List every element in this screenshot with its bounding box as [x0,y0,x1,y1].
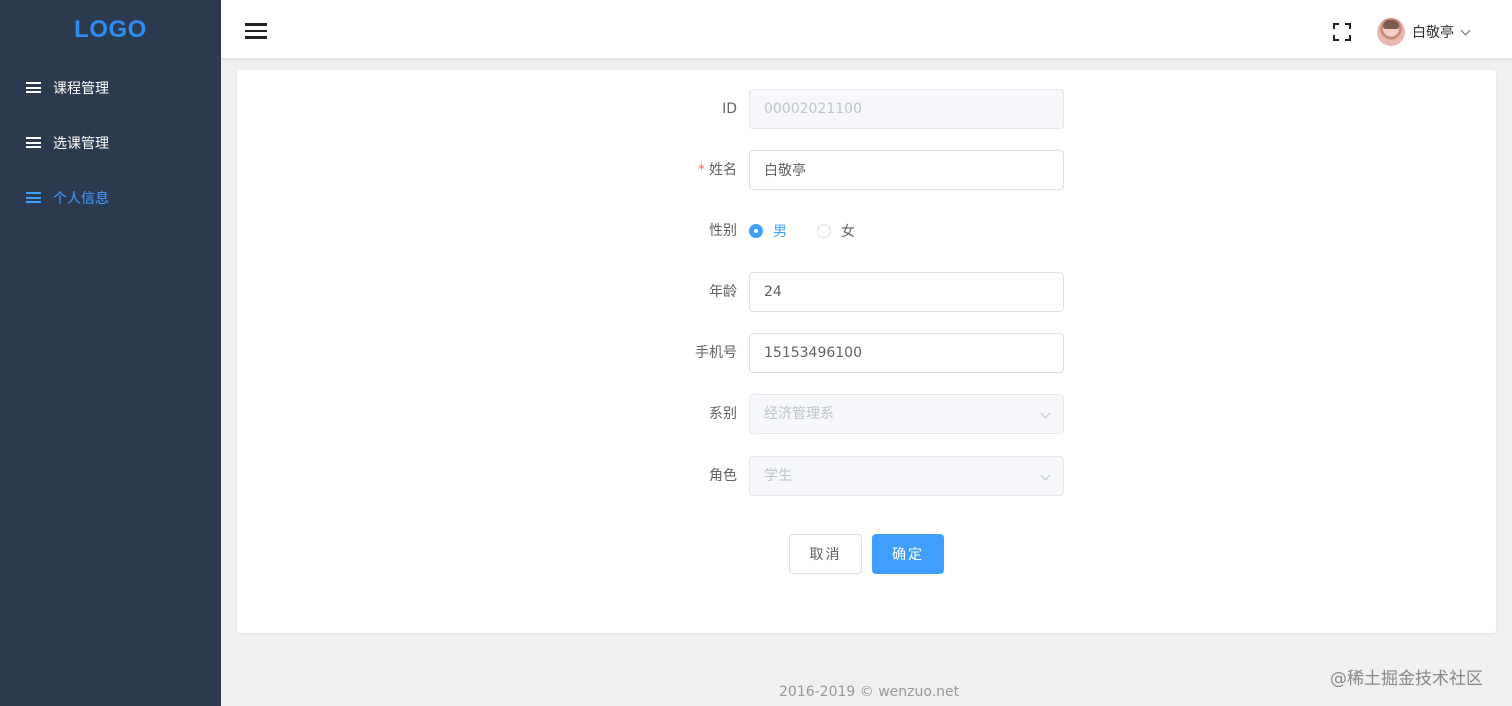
form-row-name: * 姓名 [237,150,1496,190]
age-label: 年龄 [709,284,737,300]
sidebar: LOGO 课程管理 选课管理 个人信息 [0,0,221,706]
radio-unchecked-icon [817,224,831,238]
phone-field[interactable] [749,333,1064,373]
department-select[interactable]: 经济管理系 [749,394,1064,434]
user-dropdown[interactable]: 白敬亭 [1377,18,1471,46]
logo: LOGO [74,16,147,43]
profile-form-card: ID *姓名 性别 男 女 年龄 手机 [237,70,1496,633]
form-row-phone: 手机号 [237,333,1496,373]
sidebar-item-label: 选课管理 [53,135,109,152]
sidebar-item-courses[interactable]: 课程管理 [0,60,221,115]
avatar [1377,18,1405,46]
form-row-role: 角色 学生 [237,456,1496,496]
cancel-button[interactable]: 取消 [789,534,862,574]
menu-lines-icon [26,192,41,203]
app-layout: LOGO 课程管理 选课管理 个人信息 白敬亭 ID 00002021100 *… [0,0,1512,706]
sidebar-item-label: 个人信息 [53,190,109,207]
department-value: 经济管理系 [764,406,834,422]
gender-radio-male[interactable]: 男 [749,221,787,241]
required-mark: * [698,162,705,178]
form-row-department: 系别 经济管理系 [237,394,1496,434]
user-name: 白敬亭 [1412,25,1454,41]
gender-label: 性别 [709,223,737,239]
role-label: 角色 [709,468,737,484]
id-label: ID [722,101,737,117]
sidebar-item-label: 课程管理 [53,80,109,97]
name-field[interactable] [749,150,1064,190]
chevron-down-icon [1040,470,1051,481]
gender-radio-female[interactable]: 女 [817,221,855,241]
phone-label: 手机号 [695,345,737,361]
form-row-id: ID [237,89,1496,129]
chevron-down-icon [1460,25,1471,35]
menu-lines-icon [26,82,41,93]
chevron-down-icon [1040,408,1051,419]
menu-lines-icon [26,137,41,148]
form-row-age: 年龄 [237,272,1496,312]
role-select[interactable]: 学生 [749,456,1064,496]
sidebar-item-profile[interactable]: 个人信息 [0,170,221,225]
form-row-gender: 性别 男 女 [237,211,1496,251]
gender-radio-group: 男 女 [749,211,885,251]
collapse-menu-icon[interactable] [245,23,267,39]
age-field[interactable] [749,272,1064,312]
footer-copyright: 2016-2019 © wenzuo.net [779,684,960,700]
confirm-button[interactable]: 确定 [872,534,944,574]
id-field[interactable] [749,89,1064,129]
watermark: @稀土掘金技术社区 [1330,669,1483,689]
role-value: 学生 [764,468,792,484]
department-label: 系别 [709,406,737,422]
radio-checked-icon [749,224,763,238]
name-label: * 姓名 [698,162,737,178]
sidebar-item-course-selection[interactable]: 选课管理 [0,115,221,170]
fullscreen-icon[interactable] [1333,23,1351,41]
top-header: 白敬亭 [221,0,1512,59]
